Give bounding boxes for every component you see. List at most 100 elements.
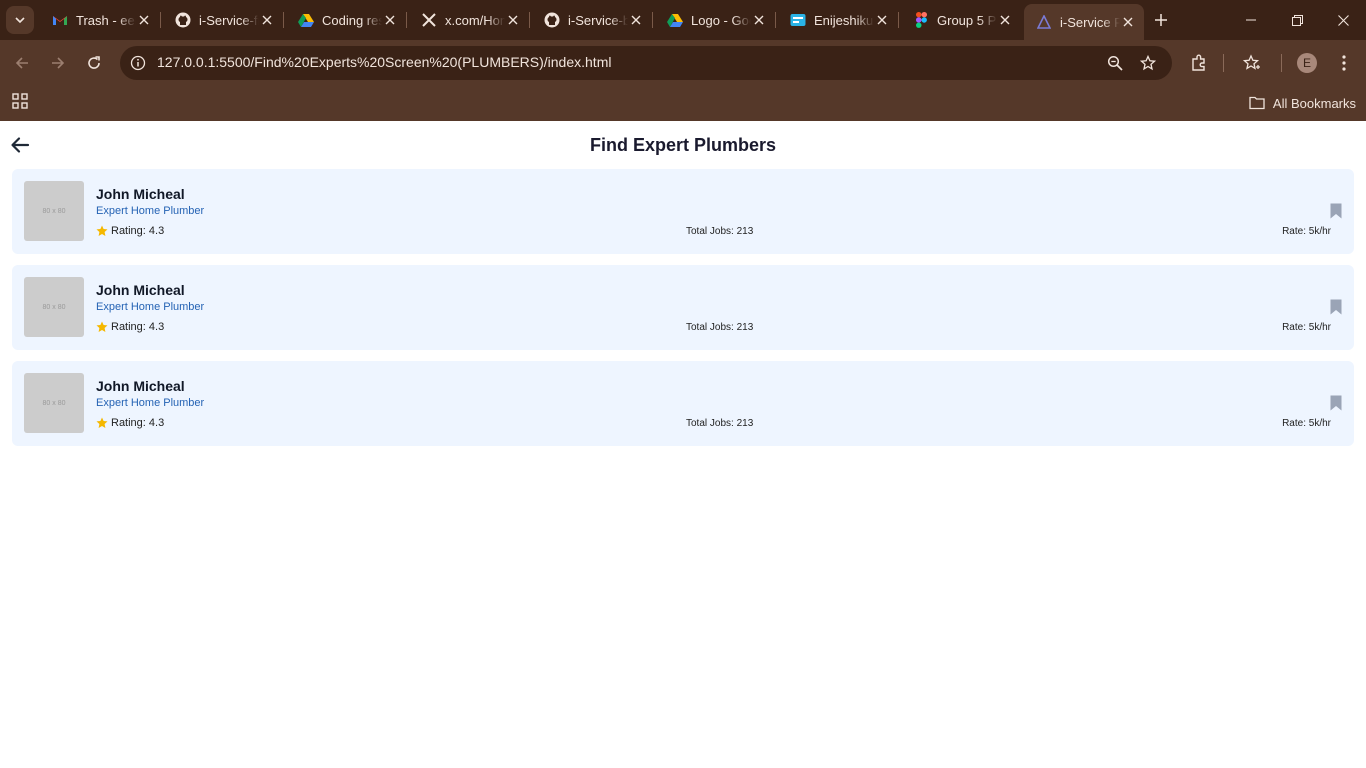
tab-x-home[interactable]: x.com/Home	[409, 6, 529, 34]
expert-name: John Micheal	[96, 186, 185, 202]
close-icon[interactable]	[751, 12, 767, 28]
tab-drive-logo[interactable]: Logo - Google Drive	[655, 6, 775, 34]
avatar-placeholder: 80 x 80	[24, 181, 84, 241]
page-icon	[1036, 14, 1052, 30]
close-icon[interactable]	[628, 12, 644, 28]
star-icon	[96, 417, 108, 428]
bookmarks-star-icon[interactable]	[1238, 49, 1266, 77]
close-icon[interactable]	[997, 12, 1013, 28]
tab-title: Trash - eemmanuel	[76, 12, 136, 28]
tab-github-frontend[interactable]: i-Service-frontend	[163, 6, 283, 34]
gmail-icon	[52, 12, 68, 28]
url-text: 127.0.0.1:5500/Find%20Experts%20Screen%2…	[157, 54, 612, 70]
tab-strip: Trash - eemmanuel i-Service-frontend Cod…	[0, 0, 1366, 40]
tab-separator	[160, 12, 161, 28]
page-viewport: Find Expert Plumbers 80 x 80 John Michea…	[0, 121, 1366, 768]
tab-title: i-Service-frontend	[199, 12, 259, 28]
avatar-placeholder: 80 x 80	[24, 373, 84, 433]
expert-card[interactable]: 80 x 80 John Micheal Expert Home Plumber…	[12, 361, 1354, 446]
new-tab-button[interactable]	[1150, 9, 1172, 31]
arrow-right-icon	[52, 57, 65, 69]
drive-icon	[667, 12, 683, 28]
plus-icon	[1155, 14, 1167, 26]
close-icon	[1337, 14, 1349, 26]
reload-icon	[88, 56, 100, 69]
total-jobs: Total Jobs: 213	[686, 322, 754, 333]
tab-title: i-Service Find Experts	[1060, 14, 1120, 30]
tab-separator	[775, 12, 776, 28]
hourly-rate: Rate: 5k/hr	[1282, 322, 1331, 333]
toolbar-separator	[1223, 54, 1224, 72]
tab-figma[interactable]: Group 5 Project	[901, 6, 1021, 34]
tab-separator	[283, 12, 284, 28]
total-jobs: Total Jobs: 213	[686, 226, 754, 237]
expert-rating: Rating: 4.3	[96, 225, 164, 237]
expert-name: John Micheal	[96, 282, 185, 298]
chevron-down-icon	[15, 17, 25, 24]
figma-icon	[913, 12, 929, 28]
tab-title: Logo - Google Drive	[691, 12, 751, 28]
rating-label: Rating:	[111, 225, 146, 237]
close-icon[interactable]	[382, 12, 398, 28]
hourly-rate: Rate: 5k/hr	[1282, 226, 1331, 237]
tab-search-button[interactable]	[6, 6, 34, 34]
menu-kebab-icon[interactable]	[1330, 49, 1358, 77]
drive-icon	[298, 12, 314, 28]
tab-separator	[529, 12, 530, 28]
avatar-placeholder: 80 x 80	[24, 277, 84, 337]
address-bar[interactable]: 127.0.0.1:5500/Find%20Experts%20Screen%2…	[120, 46, 1172, 80]
expert-card[interactable]: 80 x 80 John Micheal Expert Home Plumber…	[12, 265, 1354, 350]
star-icon[interactable]	[1136, 51, 1160, 75]
star-icon	[96, 225, 108, 236]
all-bookmarks-button[interactable]: All Bookmarks	[1249, 91, 1356, 115]
bookmark-icon[interactable]	[1330, 299, 1342, 315]
expert-role: Expert Home Plumber	[96, 205, 205, 217]
extensions-icon[interactable]	[1185, 49, 1213, 77]
star-icon	[96, 321, 108, 332]
github-icon	[544, 12, 560, 28]
expert-name: John Micheal	[96, 378, 185, 394]
expert-rating: Rating: 4.3	[96, 321, 164, 333]
forward-button[interactable]	[44, 49, 72, 77]
tab-enijeshiku[interactable]: Enijeshiku	[778, 6, 898, 34]
bookmarks-bar: All Bookmarks	[0, 85, 1366, 121]
tab-separator	[652, 12, 653, 28]
rating-value: 4.3	[148, 417, 165, 429]
close-icon[interactable]	[874, 12, 890, 28]
minimize-icon	[1246, 19, 1256, 21]
tab-title: x.com/Home	[445, 12, 505, 28]
expert-role: Expert Home Plumber	[96, 301, 205, 313]
rating-label: Rating:	[111, 321, 146, 333]
tab-title: Coding resources	[322, 12, 382, 28]
tab-github-backend[interactable]: i-Service-backend	[532, 6, 652, 34]
expert-rating: Rating: 4.3	[96, 417, 164, 429]
close-window-button[interactable]	[1320, 0, 1366, 40]
restore-button[interactable]	[1274, 0, 1320, 40]
back-button[interactable]	[8, 49, 36, 77]
tab-title: Group 5 Project	[937, 12, 997, 28]
close-icon[interactable]	[259, 12, 275, 28]
apps-grid-icon[interactable]	[12, 93, 28, 109]
bookmark-icon[interactable]	[1330, 203, 1342, 219]
close-icon[interactable]	[505, 12, 521, 28]
close-icon[interactable]	[136, 12, 152, 28]
profile-avatar[interactable]: E	[1297, 53, 1317, 73]
minimize-button[interactable]	[1228, 0, 1274, 40]
toolbar-separator	[1281, 54, 1282, 72]
rating-value: 4.3	[148, 321, 165, 333]
tab-gmail[interactable]: Trash - eemmanuel	[40, 6, 160, 34]
expert-card[interactable]: 80 x 80 John Micheal Expert Home Plumber…	[12, 169, 1354, 254]
site-info-icon[interactable]	[126, 51, 150, 75]
folder-icon	[1249, 96, 1265, 110]
github-icon	[175, 12, 191, 28]
tab-title: Enijeshiku	[814, 12, 874, 28]
bookmark-icon[interactable]	[1330, 395, 1342, 411]
close-icon[interactable]	[1120, 14, 1136, 30]
tab-drive-coding[interactable]: Coding resources	[286, 6, 406, 34]
all-bookmarks-label: All Bookmarks	[1272, 95, 1356, 111]
web-icon	[790, 12, 806, 28]
reload-button[interactable]	[80, 49, 108, 77]
zoom-icon[interactable]	[1103, 51, 1127, 75]
tab-active-find-experts[interactable]: i-Service Find Experts	[1024, 4, 1144, 40]
restore-icon	[1291, 14, 1303, 26]
